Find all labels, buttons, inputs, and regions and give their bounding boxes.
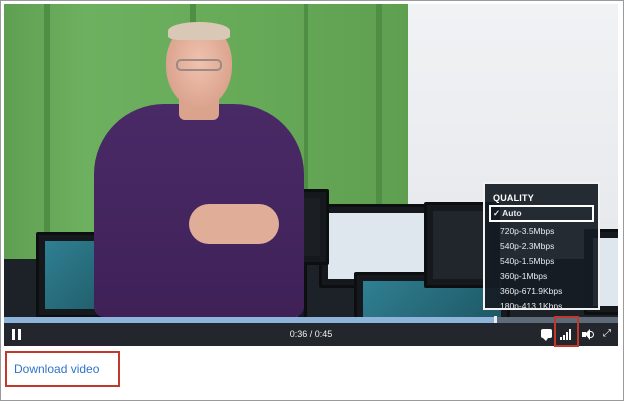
quality-option-540p-high[interactable]: 540p-2.3Mbps — [500, 241, 554, 251]
time-display: 0:36 / 0:45 — [289, 329, 333, 339]
quality-option-540p-low[interactable]: 540p-1.5Mbps — [500, 256, 554, 266]
closed-captions-icon[interactable] — [541, 329, 552, 341]
signal-bars-icon[interactable] — [560, 329, 572, 340]
download-video-link[interactable]: Download video — [14, 362, 99, 376]
control-bar: 0:36 / 0:45 ⤢ — [4, 316, 618, 347]
quality-menu-title: QUALITY — [493, 193, 534, 203]
video-presenter — [94, 22, 304, 317]
quality-menu: QUALITY ✓ Auto 720p-3.5Mbps 540p-2.3Mbps… — [483, 182, 600, 310]
quality-option-720p[interactable]: 720p-3.5Mbps — [500, 226, 554, 236]
quality-option-auto[interactable]: ✓ Auto — [489, 205, 594, 222]
quality-option-360p-high[interactable]: 360p-1Mbps — [500, 271, 547, 281]
quality-option-180p[interactable]: 180p-413.1Kbps — [500, 301, 562, 310]
fullscreen-icon[interactable]: ⤢ — [603, 329, 613, 339]
quality-option-360p-low[interactable]: 360p-671.9Kbps — [500, 286, 562, 296]
volume-icon[interactable] — [582, 329, 596, 340]
